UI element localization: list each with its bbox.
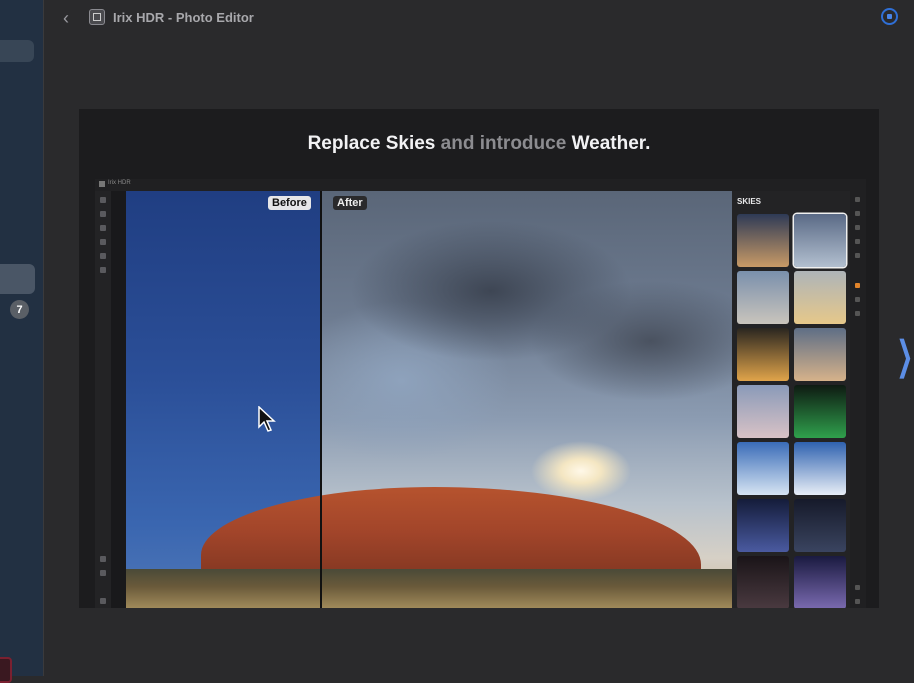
tool-icon[interactable]	[100, 556, 106, 562]
editor-screenshot: Irix HDR Before After SKIES	[95, 179, 866, 608]
headline-part-3: Weather.	[571, 133, 651, 154]
sky-thumbnail[interactable]	[737, 556, 789, 608]
sky-thumbnail[interactable]	[794, 385, 846, 438]
sidebar-app-icon[interactable]	[0, 657, 12, 683]
tool-icon[interactable]	[100, 197, 106, 203]
editor-app-name: Irix HDR	[108, 180, 131, 186]
rail-icon[interactable]	[855, 599, 860, 604]
tool-icon[interactable]	[100, 267, 106, 273]
app-icon	[89, 9, 105, 25]
ground	[126, 569, 732, 608]
sidebar: 7	[0, 0, 44, 683]
rail-icon[interactable]	[855, 197, 860, 202]
sky-thumbnail[interactable]	[737, 499, 789, 552]
editor-logo-icon	[99, 181, 105, 187]
tool-icon[interactable]	[100, 211, 106, 217]
rail-icon[interactable]	[855, 253, 860, 258]
tool-icon[interactable]	[100, 570, 106, 576]
rail-icon[interactable]	[855, 585, 860, 590]
skies-panel-title: SKIES	[737, 197, 762, 206]
rail-icon[interactable]	[855, 311, 860, 316]
tool-icon[interactable]	[100, 225, 106, 231]
sky-thumbnail[interactable]	[737, 442, 789, 495]
sidebar-item-selected[interactable]	[0, 264, 35, 294]
status-indicator-icon[interactable]	[881, 8, 898, 25]
sky-thumbnail[interactable]	[794, 499, 846, 552]
sky-thumbnail[interactable]	[737, 214, 789, 267]
sky-thumbnail[interactable]	[794, 556, 846, 608]
sidebar-item[interactable]	[0, 40, 34, 62]
sky-thumbnail[interactable]	[794, 442, 846, 495]
title-bar: ‹ Irix HDR - Photo Editor	[43, 0, 914, 36]
sky-thumbnail[interactable]	[794, 214, 846, 267]
sky-thumbnail[interactable]	[737, 328, 789, 381]
tool-icon[interactable]	[100, 598, 106, 604]
mouse-cursor-icon	[258, 406, 276, 432]
headline-part-1: Replace Skies	[307, 133, 436, 154]
back-chevron-icon[interactable]: ‹	[63, 8, 79, 28]
skies-panel: SKIES	[732, 191, 850, 608]
promo-slide: Replace Skies and introduce Weather. Iri…	[79, 109, 879, 608]
next-slide-chevron-icon[interactable]: ❯	[896, 336, 913, 376]
sky-thumbnail[interactable]	[737, 385, 789, 438]
rail-icon[interactable]	[855, 225, 860, 230]
rail-icon[interactable]	[855, 211, 860, 216]
sky-thumbnail[interactable]	[794, 271, 846, 324]
after-label: After	[333, 196, 367, 210]
before-label: Before	[268, 196, 311, 210]
before-after-divider[interactable]	[320, 191, 322, 608]
headline-part-2: and introduce	[435, 133, 572, 154]
slide-headline: Replace Skies and introduce Weather.	[79, 133, 879, 155]
rail-icon[interactable]	[855, 297, 860, 302]
sky-thumbnail[interactable]	[737, 271, 789, 324]
sidebar-badge: 7	[10, 300, 29, 319]
editor-titlebar: Irix HDR	[95, 179, 866, 191]
sky-tool-icon[interactable]	[855, 283, 860, 288]
tool-icon[interactable]	[100, 253, 106, 259]
rail-icon[interactable]	[855, 239, 860, 244]
editor-toolbar	[95, 191, 111, 608]
window-title: Irix HDR - Photo Editor	[113, 10, 254, 25]
photo-canvas[interactable]: Before After	[126, 191, 732, 608]
editor-right-rail	[850, 179, 866, 608]
sky-thumbnail[interactable]	[794, 328, 846, 381]
tool-icon[interactable]	[100, 239, 106, 245]
